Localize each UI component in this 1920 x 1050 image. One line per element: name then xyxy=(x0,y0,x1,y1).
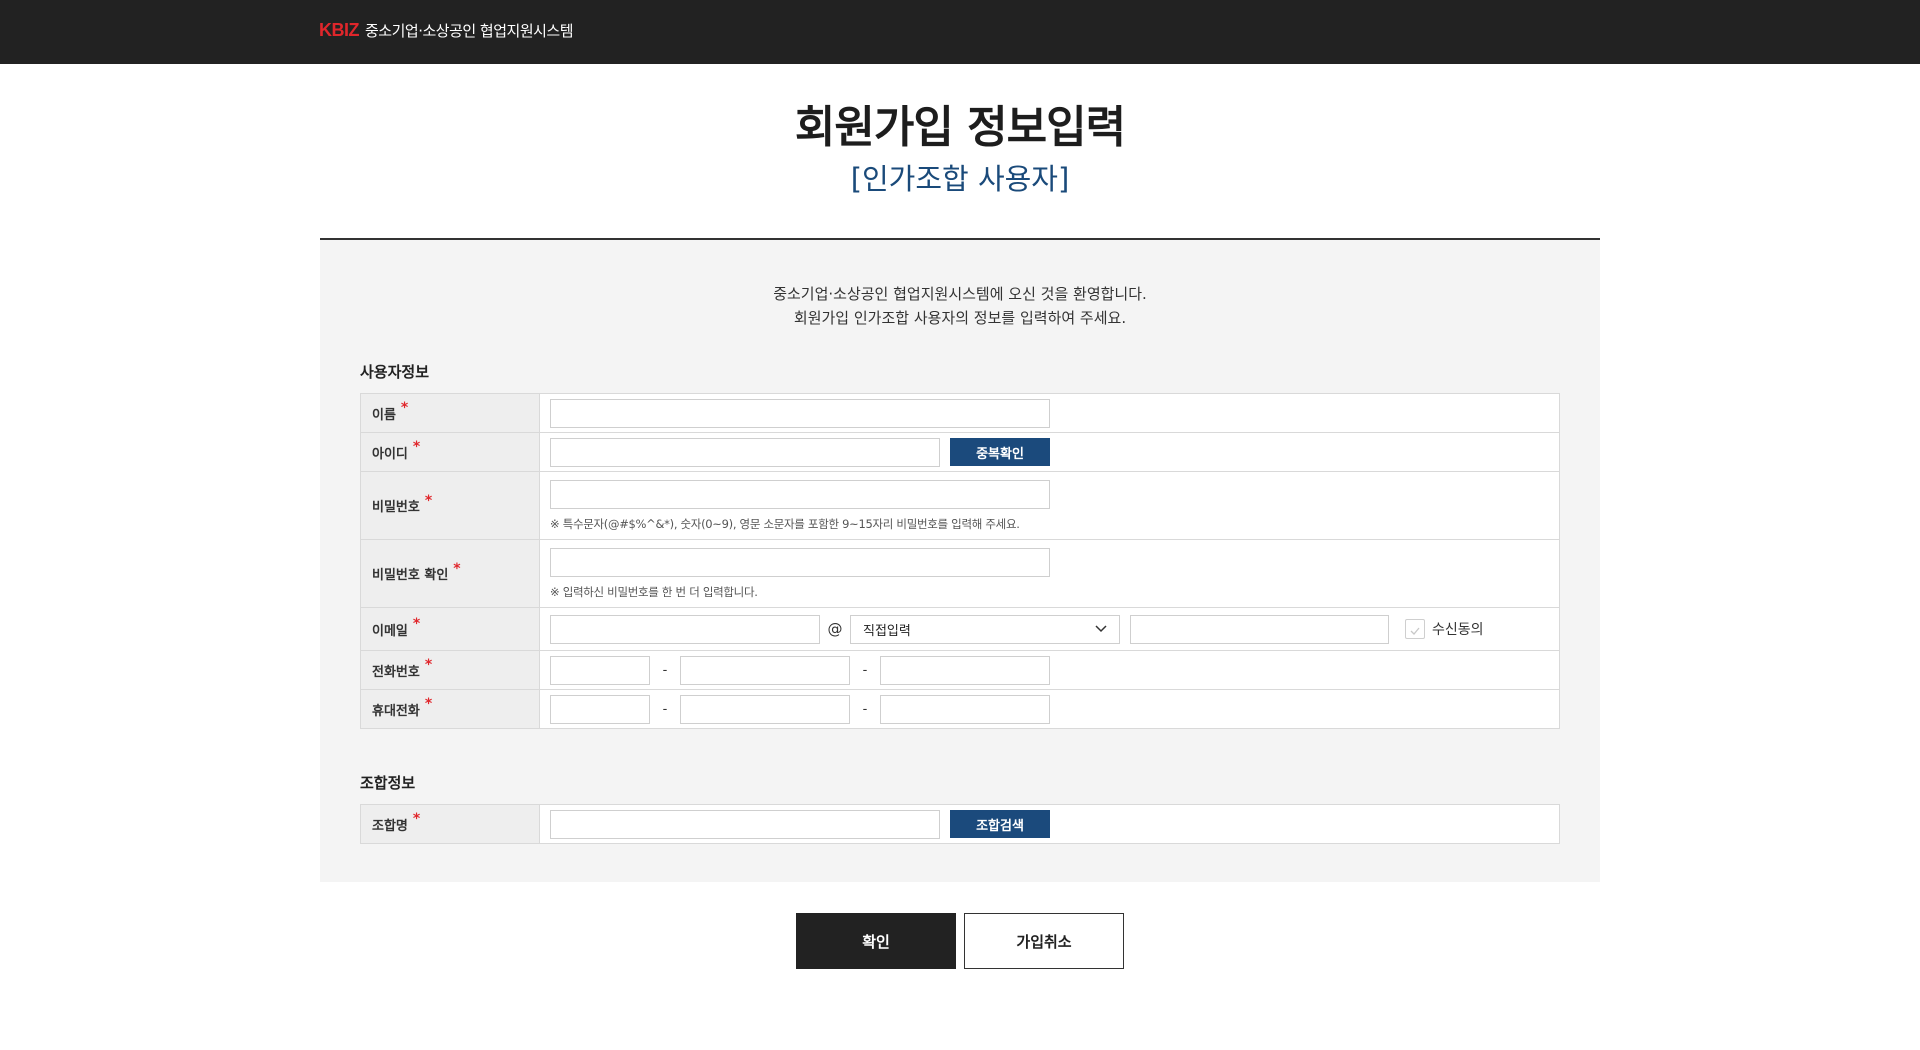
mobile-separator: - xyxy=(862,701,868,717)
union-name-label: 조합명 * xyxy=(360,805,540,843)
brand[interactable]: KBIZ 중소기업·소상공인 협업지원시스템 xyxy=(319,20,574,41)
password-input[interactable] xyxy=(550,479,1050,509)
email-domain-input[interactable] xyxy=(1130,614,1389,644)
phone-part2-input[interactable] xyxy=(680,655,850,685)
welcome-line-2: 회원가입 인가조합 사용자의 정보를 입력하여 주세요. xyxy=(793,309,1127,327)
confirm-button[interactable]: 확인 xyxy=(796,913,956,969)
required-mark: * xyxy=(424,657,433,673)
email-consent[interactable]: 수신동의 xyxy=(1405,619,1484,639)
name-label: 이름 * xyxy=(360,394,540,432)
phone-row: 전화번호 * - - xyxy=(360,651,1560,690)
email-row: 이메일 * @ 직접입력 수신동의 xyxy=(360,608,1560,651)
required-mark: * xyxy=(424,492,433,509)
union-info-table: 조합명 * 조합검색 xyxy=(360,804,1560,844)
phone-separator: - xyxy=(862,662,868,678)
check-icon xyxy=(1410,620,1420,639)
duplicate-check-button[interactable]: 중복확인 xyxy=(950,438,1050,466)
chevron-down-icon xyxy=(1095,622,1107,637)
required-mark: * xyxy=(412,616,421,632)
required-mark: * xyxy=(412,811,421,827)
email-domain-select[interactable]: 직접입력 xyxy=(850,614,1120,644)
system-name: 중소기업·소상공인 협업지원시스템 xyxy=(365,22,574,40)
password-label: 비밀번호 * xyxy=(360,472,540,539)
id-input[interactable] xyxy=(550,437,940,467)
name-row: 이름 * xyxy=(360,394,1560,433)
required-mark: * xyxy=(424,696,433,712)
password-confirm-row: 비밀번호 확인 * ※ 입력하신 비밀번호를 한 번 더 입력합니다. xyxy=(360,540,1560,608)
mobile-row: 휴대전화 * - - xyxy=(360,690,1560,729)
mobile-part3-input[interactable] xyxy=(880,694,1050,724)
id-row: 아이디 * 중복확인 xyxy=(360,433,1560,472)
mobile-label: 휴대전화 * xyxy=(360,690,540,728)
welcome-line-1: 중소기업·소상공인 협업지원시스템에 오신 것을 환영합니다. xyxy=(773,285,1147,303)
page-title: 회원가입 정보입력 xyxy=(794,102,1126,153)
password-confirm-hint: ※ 입력하신 비밀번호를 한 번 더 입력합니다. xyxy=(550,584,758,599)
union-name-row: 조합명 * 조합검색 xyxy=(360,805,1560,844)
password-hint: ※ 특수문자(@#$%^&*), 숫자(0~9), 영문 소문자를 포함한 9~… xyxy=(550,516,1020,531)
required-mark: * xyxy=(400,400,409,416)
id-label: 아이디 * xyxy=(360,433,540,471)
union-info-section-title: 조합정보 xyxy=(360,774,416,792)
at-sign: @ xyxy=(827,620,843,638)
kbiz-logo: KBIZ xyxy=(319,20,360,40)
phone-part3-input[interactable] xyxy=(880,655,1050,685)
mobile-separator: - xyxy=(662,701,668,717)
page-title-area: 회원가입 정보입력 [인가조합 사용자] xyxy=(0,98,1920,200)
user-info-table: 이름 * 아이디 * 중복확인 비밀번호 * ※ 특수문자(@#$%^&*), … xyxy=(360,393,1560,729)
cancel-signup-button[interactable]: 가입취소 xyxy=(964,913,1124,969)
user-info-section-title: 사용자정보 xyxy=(360,363,430,381)
required-mark: * xyxy=(412,439,421,455)
union-search-button[interactable]: 조합검색 xyxy=(950,810,1050,838)
mobile-part2-input[interactable] xyxy=(680,694,850,724)
required-mark: * xyxy=(453,560,461,577)
password-confirm-input[interactable] xyxy=(550,547,1050,577)
password-confirm-label: 비밀번호 확인 * xyxy=(360,540,540,607)
name-input[interactable] xyxy=(550,398,1050,428)
mobile-part1-input[interactable] xyxy=(550,694,650,724)
phone-separator: - xyxy=(662,662,668,678)
signup-form-panel: 중소기업·소상공인 협업지원시스템에 오신 것을 환영합니다. 회원가입 인가조… xyxy=(320,238,1600,882)
union-name-input[interactable] xyxy=(550,809,940,839)
email-consent-checkbox[interactable] xyxy=(1405,619,1425,639)
email-local-input[interactable] xyxy=(550,614,820,644)
phone-label: 전화번호 * xyxy=(360,651,540,689)
email-label: 이메일 * xyxy=(360,608,540,650)
email-consent-label: 수신동의 xyxy=(1432,622,1484,638)
form-actions: 확인 가입취소 xyxy=(0,913,1920,969)
welcome-message: 중소기업·소상공인 협업지원시스템에 오신 것을 환영합니다. 회원가입 인가조… xyxy=(320,282,1600,330)
phone-part1-input[interactable] xyxy=(550,655,650,685)
page-subtitle: [인가조합 사용자] xyxy=(850,162,1070,196)
password-row: 비밀번호 * ※ 특수문자(@#$%^&*), 숫자(0~9), 영문 소문자를… xyxy=(360,472,1560,540)
top-header-bar: KBIZ 중소기업·소상공인 협업지원시스템 xyxy=(0,0,1920,64)
email-domain-selected: 직접입력 xyxy=(863,623,911,639)
